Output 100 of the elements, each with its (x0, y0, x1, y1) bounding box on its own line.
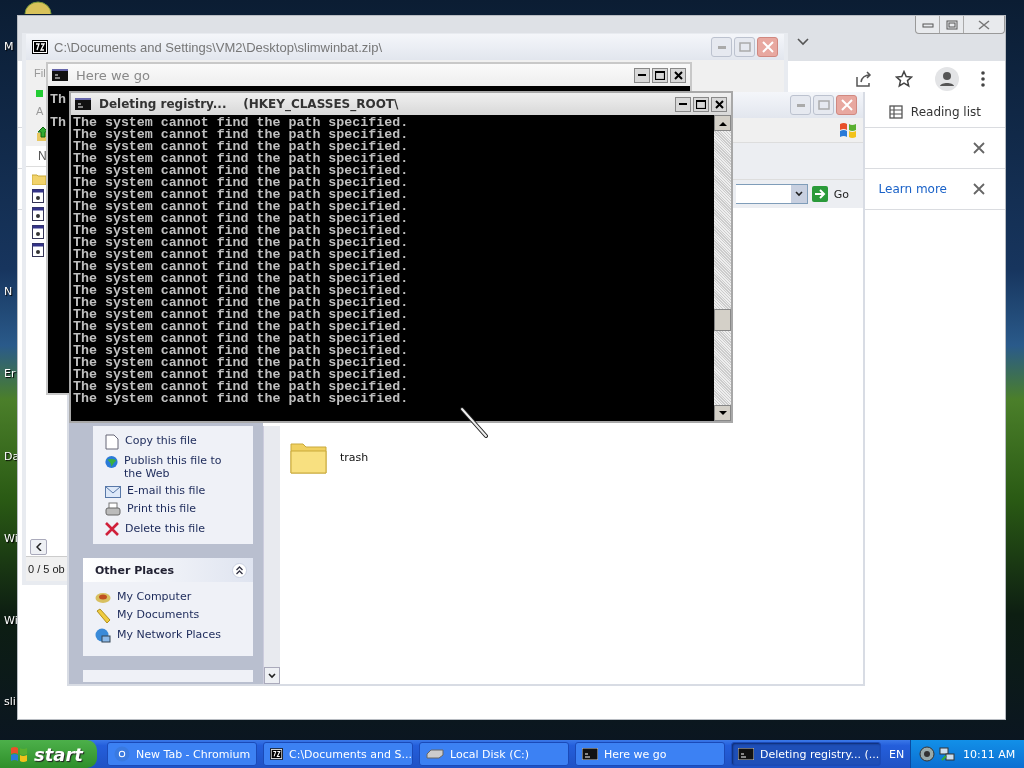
maximize-button[interactable] (693, 96, 709, 112)
desktop-icon-label[interactable]: sli (4, 695, 16, 708)
taskbar-button[interactable]: Here we go (575, 742, 725, 766)
scroll-up-button[interactable] (714, 115, 731, 131)
chevron-down-icon[interactable] (797, 38, 809, 46)
console-line: The system cannot find the path specified. (73, 393, 409, 405)
console-line: The system cannot find the path specified. (73, 153, 409, 165)
file-icon (32, 225, 44, 239)
archive-app-icon (32, 40, 48, 54)
task-link[interactable]: Delete this file (125, 522, 205, 535)
close-icon (840, 99, 853, 111)
console-line: The system cannot find the path specified. (73, 237, 409, 249)
file-icon (32, 243, 44, 257)
pencil-icon (95, 608, 111, 624)
console-line: The system cannot find the path specified. (73, 177, 409, 189)
task-link[interactable]: Publish this file to the Web (124, 454, 243, 480)
shield-icon[interactable] (919, 746, 935, 762)
address-field[interactable] (735, 184, 808, 204)
desktop-icon-label[interactable]: Wi (4, 532, 18, 545)
network-icon[interactable] (939, 746, 955, 762)
avatar-icon[interactable] (935, 67, 959, 91)
arrow-down-icon (718, 410, 727, 416)
restore-icon (945, 19, 958, 30)
console-line: The system cannot find the path specified. (73, 261, 409, 273)
star-icon[interactable] (895, 70, 913, 88)
place-link[interactable]: My Documents (117, 608, 200, 621)
minimize-icon (796, 103, 805, 107)
console-line: The system cannot find the path specified. (73, 213, 409, 225)
console-line: Th (50, 91, 66, 109)
console-line: The system cannot find the path specified. (73, 285, 409, 297)
maximize-button[interactable] (652, 67, 668, 83)
scroll-down-button[interactable] (714, 405, 731, 421)
minimize-icon (921, 21, 934, 28)
close-icon (673, 70, 683, 80)
console-icon (52, 69, 68, 81)
close-icon[interactable] (973, 183, 985, 195)
console-line: The system cannot find the path specified. (73, 117, 409, 129)
taskbar-button[interactable]: New Tab - Chromium (107, 742, 257, 766)
close-icon (978, 19, 990, 30)
close-button[interactable] (670, 67, 686, 83)
taskbar-button[interactable]: C:\Documents and S... (263, 742, 413, 766)
maximize-icon (696, 99, 706, 109)
console-line: The system cannot find the path specified. (73, 333, 409, 345)
cursor-icon (459, 407, 489, 439)
scrollbar[interactable] (714, 115, 731, 421)
arrow-up-icon (718, 120, 727, 126)
arrow-down-icon (268, 672, 276, 679)
arrow-left-icon (35, 543, 42, 551)
language-indicator[interactable]: EN (889, 747, 905, 761)
task-link[interactable]: Copy this file (125, 434, 197, 447)
console-line: The system cannot find the path specified. (73, 357, 409, 369)
learn-more-link[interactable]: Learn more (878, 182, 947, 196)
scrollbar[interactable] (263, 426, 280, 684)
console-line: Th (50, 114, 66, 132)
file-icon (32, 189, 44, 203)
scroll-down-button[interactable] (264, 667, 280, 684)
close-icon[interactable] (973, 142, 985, 154)
page-icon (105, 434, 119, 450)
file-icon (32, 207, 44, 221)
list-icon (888, 105, 903, 119)
window-title: C:\Documents and Settings\VM2\Desktop\slimwinbat.zip\ (54, 39, 383, 55)
console-line: The system cannot find the path specified. (73, 165, 409, 177)
status-text: 0 / 5 ob (28, 563, 65, 575)
scroll-thumb[interactable] (714, 309, 731, 331)
taskbar-button[interactable]: Deleting registry... (... (731, 742, 881, 766)
minimize-button[interactable] (675, 96, 691, 112)
panel-title: Other Places (95, 563, 174, 577)
console-line: The system cannot find the path specified. (73, 273, 409, 285)
window-title: Deleting registry... (HKEY_CLASSES_ROOT\ (99, 97, 399, 111)
console-line: The system cannot find the path specified. (73, 201, 409, 213)
file-name[interactable]: trash (340, 450, 369, 464)
share-icon[interactable] (855, 71, 873, 87)
close-button[interactable] (711, 96, 727, 112)
task-link[interactable]: E-mail this file (127, 484, 206, 497)
desktop-icon-label[interactable]: N (4, 285, 13, 298)
collapse-icon[interactable] (232, 562, 247, 578)
desktop-icon-label[interactable]: Er (4, 367, 16, 380)
windows-flag-icon (839, 121, 857, 139)
folder-icon (32, 173, 46, 185)
desktop-icon-label[interactable]: M (4, 40, 14, 53)
go-button[interactable]: Go (811, 186, 849, 202)
toolbar-label: A (36, 105, 44, 118)
archive-app-icon (270, 747, 283, 761)
taskbar-button[interactable]: Local Disk (C:) (419, 742, 569, 766)
close-icon (714, 99, 724, 109)
place-link[interactable]: My Network Places (117, 628, 221, 641)
console-line: The system cannot find the path specified. (73, 381, 409, 393)
minimize-icon (679, 103, 687, 105)
minimize-button[interactable] (634, 67, 650, 83)
maximize-icon (817, 100, 830, 110)
drive-icon (426, 749, 444, 759)
column-header[interactable]: N (38, 149, 47, 163)
desktop-icon-label[interactable]: Wi (4, 614, 18, 627)
menu-icon[interactable] (981, 71, 985, 87)
window-title: Here we go (76, 67, 150, 83)
console-line: The system cannot find the path specified. (73, 225, 409, 237)
place-link[interactable]: My Computer (117, 590, 192, 603)
desktop-icon[interactable] (24, 0, 52, 14)
scroll-left-button[interactable] (30, 539, 47, 555)
task-link[interactable]: Print this file (127, 502, 197, 515)
